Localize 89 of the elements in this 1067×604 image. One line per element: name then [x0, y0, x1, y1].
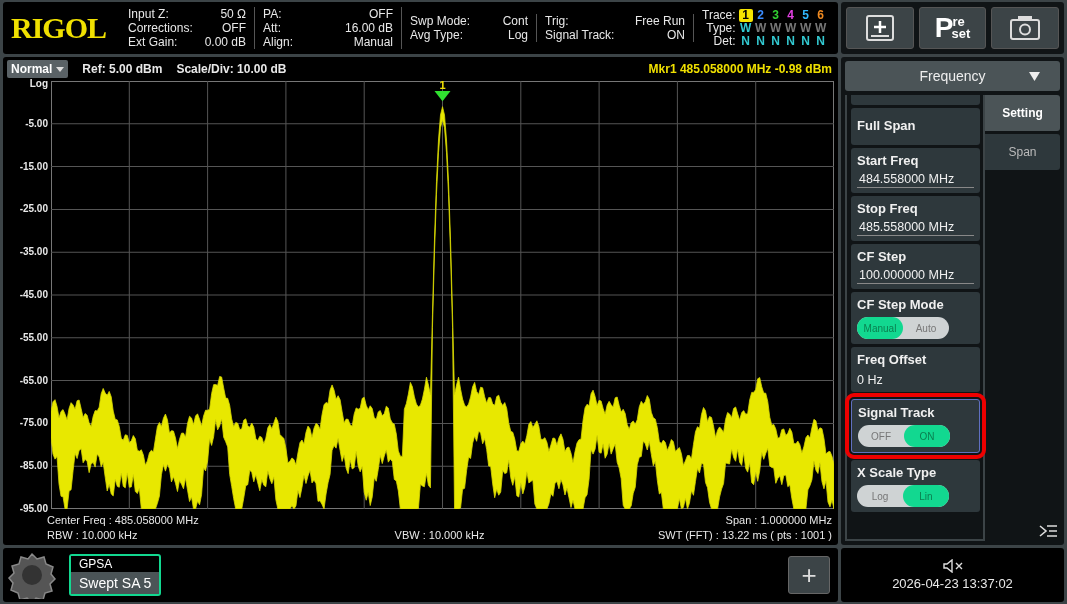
setting-label: Start Freq	[857, 153, 920, 168]
trace-detector: N	[755, 34, 766, 48]
brand-logo: RIGOL	[10, 11, 108, 45]
status-label: Trig:	[545, 14, 570, 28]
value-field[interactable]: 485.558000 MHz	[857, 220, 974, 236]
menu-dropdown[interactable]: Frequency	[845, 61, 1060, 91]
trace-mode-dropdown[interactable]: Normal	[7, 60, 69, 78]
marker-readout: Mkr1 485.058000 MHz -0.98 dBm	[648, 62, 832, 76]
trace-number[interactable]: 5	[798, 8, 813, 22]
status-value: 0.00 dB	[203, 35, 247, 49]
trace-detector: N	[815, 34, 826, 48]
trace-number[interactable]: 4	[783, 8, 798, 22]
trace-type: W	[798, 21, 813, 35]
setting-label: Stop Freq	[857, 201, 919, 216]
add-button[interactable]: +	[788, 556, 830, 594]
trace-type: W	[768, 21, 783, 35]
status-value: ON	[666, 28, 686, 42]
setting-label: Freq Offset	[857, 352, 928, 367]
marker-icon[interactable]	[434, 91, 451, 102]
setting-label: CF Step Mode	[857, 297, 945, 312]
value-field[interactable]: 100.000000 MHz	[857, 268, 974, 284]
setting-label: X Scale Type	[857, 465, 938, 480]
reference-level: Ref: 5.00 dBm	[82, 62, 163, 76]
status-label: Corrections:	[128, 21, 194, 35]
y-axis-label: -15.00	[19, 160, 48, 173]
status-value: Log	[507, 28, 529, 42]
add-window-button[interactable]	[846, 7, 914, 49]
y-axis-label: -85.00	[19, 460, 48, 473]
caret-icon	[56, 66, 65, 72]
trace-number[interactable]: 1	[738, 8, 753, 22]
status-value: 50 Ω	[219, 7, 247, 21]
trace-detector: N	[785, 34, 796, 48]
trace-type: W	[783, 21, 798, 35]
trace-type: W	[813, 21, 828, 35]
status-label: Avg Type:	[410, 28, 464, 42]
trace-detector: N	[740, 34, 751, 48]
value-field[interactable]: 484.558000 MHz	[857, 172, 974, 188]
status-value: Cont	[501, 14, 529, 28]
menu-button[interactable]: Full Span	[851, 108, 980, 145]
y-axis-label: -45.00	[19, 289, 48, 301]
trace-detector: N	[770, 34, 781, 48]
status-value: 16.00 dB	[344, 21, 394, 35]
camera-icon[interactable]	[991, 7, 1059, 49]
trace-type: W	[753, 21, 768, 35]
span-readout: Span : 1.000000 MHz	[724, 514, 832, 526]
marker-number: 1	[439, 81, 446, 92]
type-label: Type:	[705, 21, 737, 35]
menu-tab[interactable]: Span	[985, 134, 1060, 170]
status-value: OFF	[221, 21, 247, 35]
date-time: 2026-04-23 13:37:02	[892, 576, 1013, 591]
status-label: Ext Gain:	[128, 35, 179, 49]
setting-label: CF Step	[857, 249, 908, 264]
speaker-muted-icon[interactable]	[941, 559, 964, 573]
y-axis-label: -25.00	[19, 203, 48, 216]
status-label: Signal Track:	[545, 28, 616, 42]
caret-icon	[1029, 72, 1040, 81]
status-label: Att:	[263, 21, 283, 35]
setting-value: 0 Hz	[857, 373, 884, 387]
det-label: Det:	[713, 34, 737, 48]
status-label: Input Z:	[128, 7, 170, 21]
y-axis-label: -35.00	[19, 246, 48, 259]
status-label: Swp Mode:	[410, 14, 472, 28]
trace-number[interactable]: 6	[813, 8, 828, 22]
setting-label: Signal Track	[858, 405, 936, 420]
status-label: PA:	[263, 7, 283, 21]
trace-type: W	[738, 21, 753, 35]
status-value: OFF	[368, 7, 394, 21]
y-axis-label: -5.00	[25, 117, 48, 130]
y-axis-label: -65.00	[19, 374, 48, 387]
trace-label: Trace:	[702, 8, 737, 22]
menu-tab[interactable]: Setting	[985, 95, 1060, 131]
scale-type-label: Log	[29, 78, 48, 91]
y-axis-label: -75.00	[19, 417, 48, 430]
y-axis-label: -95.00	[19, 502, 48, 515]
center-frequency: Center Freq : 485.058000 MHz	[47, 514, 200, 526]
collapse-menu-icon[interactable]	[1038, 523, 1058, 539]
app-tab[interactable]: GPSA Swept SA 5	[69, 554, 162, 596]
gear-icon[interactable]	[7, 551, 57, 599]
status-value: Free Run	[634, 14, 686, 28]
rbw-readout: RBW : 10.000 kHz	[47, 529, 139, 541]
scale-per-division: Scale/Div: 10.00 dB	[176, 62, 287, 76]
sweep-time-readout: SWT (FFT) : 13.22 ms ( pts : 1001 )	[656, 529, 832, 541]
trace-number[interactable]: 3	[768, 8, 783, 22]
status-value: Manual	[352, 35, 394, 49]
y-axis-label: -55.00	[19, 331, 48, 344]
status-label: Align:	[263, 35, 295, 49]
vbw-readout: VBW : 10.000 kHz	[393, 529, 486, 541]
trace-number[interactable]: 2	[753, 8, 768, 22]
trace-detector: N	[800, 34, 811, 48]
